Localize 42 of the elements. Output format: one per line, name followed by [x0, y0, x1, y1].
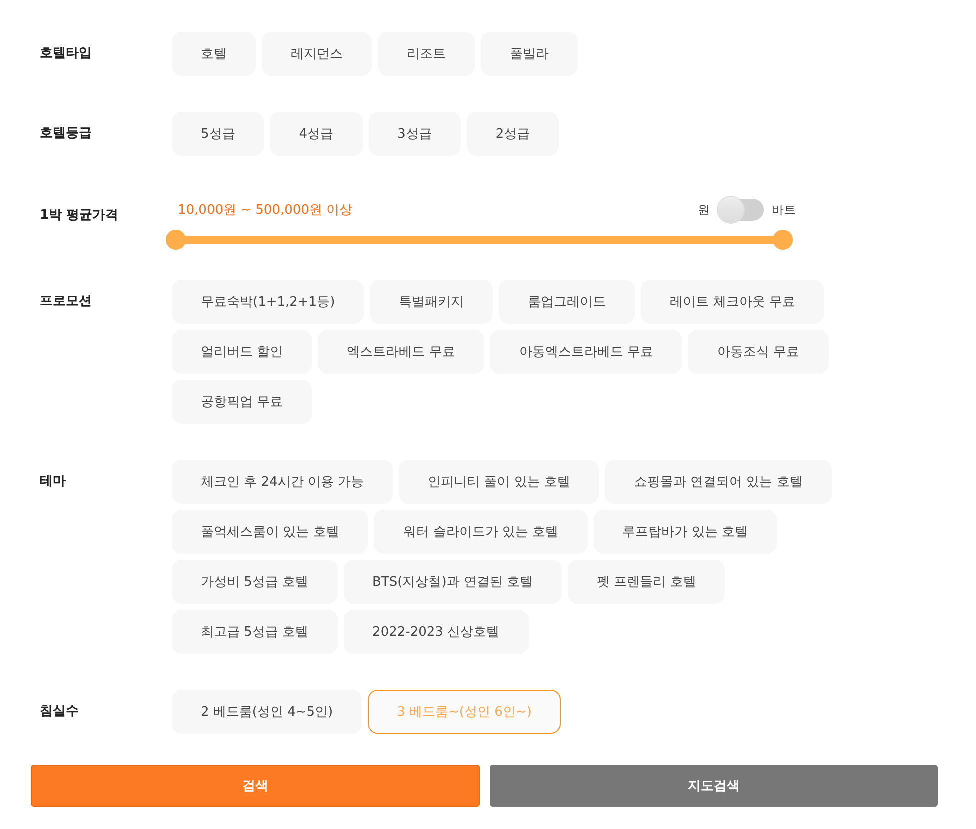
currency-label: 원	[698, 202, 710, 218]
filter-chip[interactable]: 체크인 후 24시간 이용 가능	[172, 460, 394, 504]
filter-label: 침실수	[39, 703, 80, 721]
filter-chip[interactable]: 3성급	[368, 112, 461, 156]
filter-chip[interactable]: 워터 슬라이드가 있는 호텔	[374, 510, 588, 554]
filter-chip[interactable]: 4성급	[270, 112, 363, 156]
filter-label: 1박 평균가격	[39, 207, 120, 225]
filter-chip[interactable]: 풀억세스룸이 있는 호텔	[172, 510, 368, 554]
filter-label: 호텔등급	[39, 125, 93, 143]
slider-handle[interactable]	[773, 230, 793, 250]
currency-label: 바트	[772, 202, 796, 218]
filter-chip[interactable]: 2 베드룸(성인 4~5인)	[172, 690, 362, 734]
filter-chip[interactable]: 레지던스	[262, 32, 372, 76]
filter-chip[interactable]: 2성급	[466, 112, 560, 156]
price-range-text: 10,000원 ~ 500,000원 이상	[178, 202, 353, 219]
filter-chip[interactable]: 무료숙박(1+1,2+1등)	[172, 280, 364, 324]
filter-chip[interactable]: 호텔	[172, 32, 256, 76]
filter-chip[interactable]: 펫 프렌들리 호텔	[568, 560, 726, 604]
filter-label: 호텔타입	[39, 45, 93, 63]
slider-handle[interactable]	[166, 230, 186, 250]
filter-chip[interactable]: 특별패키지	[370, 280, 494, 324]
filter-chip[interactable]: 쇼핑몰과 연결되어 있는 호텔	[605, 460, 832, 504]
filter-chip[interactable]: 최고급 5성급 호텔	[172, 610, 338, 654]
filter-chip[interactable]: 아동조식 무료	[688, 330, 829, 374]
filter-chip[interactable]: 가성비 5성급 호텔	[172, 560, 338, 604]
filter-chip[interactable]: 레이트 체크아웃 무료	[641, 280, 824, 324]
filter-label: 프로모션	[39, 293, 93, 311]
filter-chip[interactable]: 엑스트라베드 무료	[318, 330, 484, 374]
filter-chip[interactable]: 공항픽업 무료	[172, 380, 312, 424]
filter-chip[interactable]: 리조트	[378, 32, 475, 76]
filter-chip[interactable]: 루프탑바가 있는 호텔	[594, 510, 777, 554]
filter-chip[interactable]: 룸업그레이드	[499, 280, 636, 324]
filter-chip[interactable]: BTS(지상철)과 연결된 호텔	[344, 560, 562, 604]
filter-chip[interactable]: 인피니티 풀이 있는 호텔	[399, 460, 600, 504]
filter-label: 테마	[39, 473, 67, 491]
filter-chip[interactable]: 5성급	[172, 112, 264, 156]
filter-chip[interactable]: 풀빌라	[481, 32, 578, 76]
filter-chip[interactable]: 얼리버드 할인	[172, 330, 312, 374]
map-search-button[interactable]: 지도검색	[490, 765, 938, 807]
currency-toggle[interactable]	[718, 199, 764, 221]
filter-chip[interactable]: 아동엑스트라베드 무료	[490, 330, 682, 374]
filter-chip[interactable]: 2022-2023 신상호텔	[344, 610, 529, 654]
